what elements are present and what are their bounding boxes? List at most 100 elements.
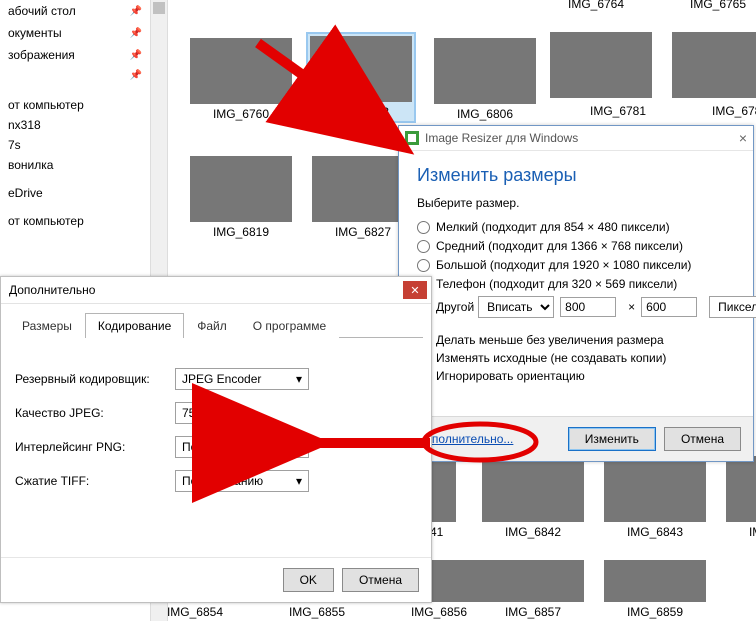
thumbnail-caption: IMG_6760	[190, 107, 292, 121]
radio[interactable]	[417, 240, 430, 253]
tab-encoding[interactable]: Кодирование	[85, 313, 184, 338]
pin-icon: 📌	[130, 70, 142, 81]
radio-label: Другой	[436, 300, 474, 314]
close-icon[interactable]: ✕	[403, 281, 427, 299]
thumbnail[interactable]: IMG_6819	[190, 156, 292, 239]
sidebar-item-label: зображения	[8, 48, 75, 62]
thumbnail-caption: IMG_6806	[434, 107, 536, 121]
tiff-label: Сжатие TIFF:	[15, 474, 175, 488]
sidebar-item-label: окументы	[8, 26, 62, 40]
thumbnail-caption: IMG_6765	[690, 0, 746, 11]
sidebar-item[interactable]: вонилка	[0, 155, 150, 175]
size-option-other[interactable]: Другой Вписать × Пиксели	[417, 296, 735, 318]
sidebar-item[interactable]: nx318	[0, 115, 150, 135]
thumbnail[interactable]	[672, 32, 756, 98]
size-option-phone[interactable]: Телефон (подходит для 320 × 569 пиксели)	[417, 277, 735, 291]
thumbnail[interactable]: IMG_6842	[482, 456, 584, 539]
size-option-small[interactable]: Мелкий (подходит для 854 × 480 пиксели)	[417, 220, 735, 234]
ok-button[interactable]: OK	[283, 568, 334, 592]
checkbox-shrink-only[interactable]: Делать меньше без увеличения размера	[417, 333, 735, 347]
encoder-label: Резервный кодировщик:	[15, 372, 175, 386]
dialog-footer: OK Отмена	[1, 557, 431, 602]
radio-label: Большой (подходит для 1920 × 1080 пиксел…	[436, 258, 691, 272]
cancel-button[interactable]: Отмена	[664, 427, 741, 451]
radio[interactable]	[417, 221, 430, 234]
thumbnail[interactable]: IMG_6843	[604, 456, 706, 539]
sidebar-item[interactable]: от компьютер	[0, 211, 150, 231]
radio[interactable]	[417, 259, 430, 272]
radio-label: Мелкий (подходит для 854 × 480 пиксели)	[436, 220, 670, 234]
sidebar-item-pictures[interactable]: зображения 📌	[0, 44, 150, 66]
pin-icon: 📌	[130, 28, 142, 39]
sidebar-item-blank[interactable]: 📌	[0, 66, 150, 85]
thumbnail-caption: IMG_6842	[482, 525, 584, 539]
tab-about[interactable]: О программе	[240, 313, 339, 338]
thumbnail-caption: IMG_6856	[388, 605, 490, 619]
thumbnail-caption: IMG_6764	[568, 0, 624, 11]
size-option-medium[interactable]: Средний (подходит для 1366 × 768 пиксели…	[417, 239, 735, 253]
dimension-separator: ×	[628, 300, 635, 314]
thumbnail[interactable]: IMG_6806	[434, 38, 536, 121]
thumbnail-caption: IMG_6857	[482, 605, 584, 619]
thumbnail[interactable]: IMG_6760	[190, 38, 292, 121]
close-icon[interactable]: ×	[739, 130, 747, 146]
thumbnail-selected[interactable]: IMG_6803	[308, 34, 414, 121]
quality-label: Качество JPEG:	[15, 406, 175, 420]
checkbox-label: Игнорировать ориентацию	[436, 369, 585, 383]
quality-input[interactable]: 75	[175, 402, 231, 424]
height-input[interactable]	[641, 297, 697, 317]
thumbnail[interactable]: IMG_6859	[604, 560, 706, 619]
pin-icon: 📌	[130, 50, 142, 61]
titlebar[interactable]: Image Resizer для Windows ×	[399, 126, 753, 151]
pin-icon: 📌	[130, 6, 142, 17]
checkbox-modify-original[interactable]: Изменять исходные (не создавать копии)	[417, 351, 735, 365]
tab-file[interactable]: Файл	[184, 313, 240, 338]
thumbnail[interactable]: IMG_6857	[482, 560, 584, 619]
cancel-button[interactable]: Отмена	[342, 568, 419, 592]
advanced-dialog: Дополнительно ✕ Размеры Кодирование Файл…	[0, 276, 432, 603]
sidebar-item-desktop[interactable]: абочий стол 📌	[0, 0, 150, 22]
size-option-large[interactable]: Большой (подходит для 1920 × 1080 пиксел…	[417, 258, 735, 272]
resize-button[interactable]: Изменить	[568, 427, 656, 451]
checkbox-ignore-orient[interactable]: Игнорировать ориентацию	[417, 369, 735, 383]
thumbnail-caption: IMG_6819	[190, 225, 292, 239]
tiff-select[interactable]: По умолчанию ▾	[175, 470, 309, 492]
titlebar[interactable]: Дополнительно ✕	[1, 277, 431, 304]
sidebar-item[interactable]: eDrive	[0, 183, 150, 203]
encoder-select[interactable]: JPEG Encoder ▾	[175, 368, 309, 390]
dialog-title: Image Resizer для Windows	[425, 131, 578, 145]
thumbnail[interactable]	[550, 32, 652, 98]
thumbnail-caption: IMG_6782	[712, 104, 756, 118]
sidebar-item-documents[interactable]: окументы 📌	[0, 22, 150, 44]
width-input[interactable]	[560, 297, 616, 317]
thumbnail-caption: IMG_6781	[590, 104, 646, 118]
thumbnail-caption: IMG_6803	[310, 105, 412, 119]
dialog-title: Дополнительно	[9, 283, 95, 297]
thumbnail-caption: IMG_6844	[726, 525, 756, 539]
radio-label: Телефон (подходит для 320 × 569 пиксели)	[436, 277, 677, 291]
sidebar-item[interactable]: от компьютер	[0, 95, 150, 115]
thumbnail-caption: IMG_6854	[144, 605, 246, 619]
interlace-select[interactable]: По умолчанию ▾	[175, 436, 309, 458]
app-icon	[405, 131, 419, 145]
unit-select[interactable]: Пиксели	[709, 296, 756, 318]
sidebar-item-label: абочий стол	[8, 4, 76, 18]
dialog-heading: Изменить размеры	[417, 165, 735, 186]
dialog-footer: Дополнительно... Изменить Отмена	[399, 416, 753, 461]
resizer-dialog: Image Resizer для Windows × Изменить раз…	[398, 125, 754, 462]
thumbnail-caption: IMG_6843	[604, 525, 706, 539]
thumbnail[interactable]: IMG_6765	[690, 0, 746, 11]
prompt-text: Выберите размер.	[417, 196, 735, 210]
thumbnail-caption: IMG_6855	[266, 605, 368, 619]
tab-bar: Размеры Кодирование Файл О программе	[9, 312, 423, 338]
thumbnail[interactable]: IMG_6764	[568, 0, 624, 11]
tab-sizes[interactable]: Размеры	[9, 313, 85, 338]
chevron-down-icon: ▾	[296, 440, 302, 454]
checkbox-label: Изменять исходные (не создавать копии)	[436, 351, 666, 365]
fit-mode-select[interactable]: Вписать	[478, 296, 554, 318]
chevron-down-icon: ▾	[296, 474, 302, 488]
sidebar-item[interactable]: 7s	[0, 135, 150, 155]
thumbnail[interactable]: IMG_6844	[726, 456, 756, 539]
thumbnail-caption: IMG_6859	[604, 605, 706, 619]
interlace-label: Интерлейсинг PNG:	[15, 440, 175, 454]
